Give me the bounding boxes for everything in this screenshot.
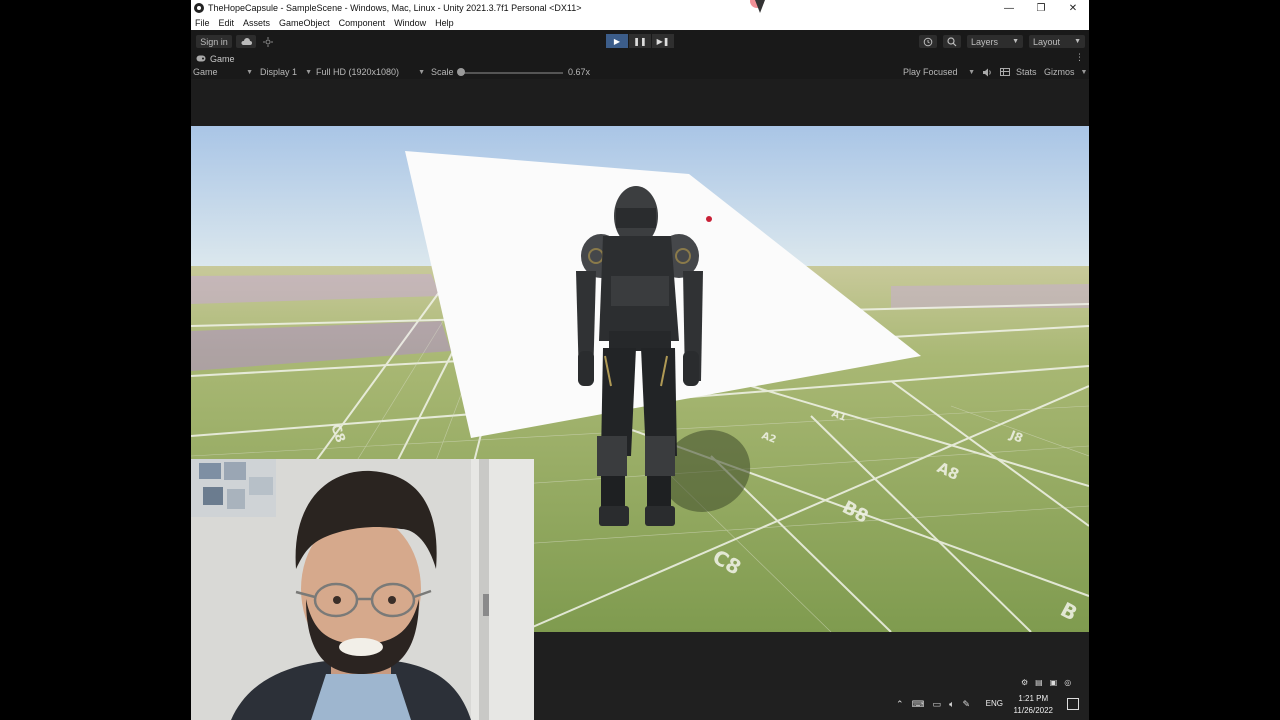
main-toolbar: Sign in ▶ ❚❚ ▶❚ Layers ▼ Layout ▼ xyxy=(191,30,1089,52)
scale-label: Scale xyxy=(431,67,454,77)
notification-icon[interactable] xyxy=(1067,698,1079,710)
chevron-down-icon: ▼ xyxy=(1074,38,1081,45)
system-tray: ⌃ ⌨ ▭ 🔈︎ ✎ xyxy=(896,699,970,710)
speaker-icon[interactable] xyxy=(982,65,992,79)
menu-gameobject[interactable]: GameObject xyxy=(279,18,330,28)
menu-component[interactable]: Component xyxy=(339,18,386,28)
chevron-down-icon: ▼ xyxy=(246,68,253,76)
webcam-feed xyxy=(191,459,534,720)
menu-help[interactable]: Help xyxy=(435,18,454,28)
layout-dropdown[interactable]: Layout ▼ xyxy=(1029,35,1085,48)
search-icon[interactable] xyxy=(943,35,961,48)
history-icon[interactable] xyxy=(919,35,937,48)
scale-slider-thumb[interactable] xyxy=(457,68,465,76)
chevron-down-icon: ▼ xyxy=(418,68,425,76)
display-dropdown[interactable]: Display 1 ▼ xyxy=(260,65,312,79)
volume-icon[interactable]: 🔈︎ xyxy=(949,699,954,710)
resolution-dropdown[interactable]: Full HD (1920x1080) ▼ xyxy=(316,65,425,79)
chevron-up-icon[interactable]: ⌃ xyxy=(896,699,904,710)
scale-slider-track[interactable] xyxy=(459,72,563,74)
display-icon[interactable]: ▣ xyxy=(1050,678,1058,687)
play-focused-dropdown[interactable]: Play Focused ▼ xyxy=(903,65,975,79)
layers-dropdown[interactable]: Layers ▼ xyxy=(967,35,1023,48)
scale-value: 0.67x xyxy=(568,67,591,77)
step-button[interactable]: ▶❚ xyxy=(652,34,674,48)
close-button[interactable]: ✕ xyxy=(1057,0,1089,16)
sign-in-button[interactable]: Sign in xyxy=(196,35,232,48)
printer-icon[interactable]: ▤ xyxy=(1035,678,1043,687)
mouse-cursor-icon xyxy=(755,0,765,13)
chevron-down-icon: ▼ xyxy=(968,68,975,76)
game-view-toolbar: Game ▼ Display 1 ▼ Full HD (1920x1080) ▼ Sc… xyxy=(191,65,1089,79)
layers-label: Layers xyxy=(971,36,999,47)
restore-button[interactable]: ❐ xyxy=(1025,0,1057,16)
minimize-button[interactable]: — xyxy=(993,0,1025,16)
window-title: TheHopeCapsule - SampleScene - Windows, … xyxy=(208,3,582,13)
resolution-label: Full HD (1920x1080) xyxy=(316,67,400,77)
unity-logo-icon xyxy=(194,3,204,13)
clock-date: 11/26/2022 xyxy=(1013,706,1053,715)
pen-icon[interactable]: ✎ xyxy=(962,699,970,710)
layout-label: Layout xyxy=(1033,36,1061,47)
menu-file[interactable]: File xyxy=(195,18,210,28)
menu-bar: File Edit Assets GameObject Component Wi… xyxy=(191,16,1089,30)
gear-icon[interactable]: ⚙ xyxy=(1021,678,1028,687)
game-tab-row: Game ⋮ xyxy=(191,52,1089,65)
game-view-letterbox-top xyxy=(191,79,1089,126)
menu-assets[interactable]: Assets xyxy=(243,18,270,28)
chevron-down-icon: ▼ xyxy=(1080,68,1088,76)
display-label: Display 1 xyxy=(260,67,298,77)
network-icon[interactable]: ▭ xyxy=(933,699,942,710)
language-indicator[interactable]: ENG xyxy=(986,699,1003,708)
clock[interactable]: 1:21 PM 11/26/2022 xyxy=(1014,693,1053,717)
collab-icon[interactable] xyxy=(260,35,276,48)
gizmos-dropdown[interactable]: Gizmos ▼ xyxy=(1044,65,1087,79)
view-mode-dropdown[interactable]: Game ▼ xyxy=(193,65,253,79)
play-button[interactable]: ▶ xyxy=(606,34,628,48)
chevron-down-icon: ▼ xyxy=(305,68,312,76)
menu-edit[interactable]: Edit xyxy=(219,18,235,28)
stats-button[interactable]: Stats xyxy=(1016,65,1037,79)
playback-controls: ▶ ❚❚ ▶❚ xyxy=(606,34,675,48)
check-circle-icon[interactable]: ◎ xyxy=(1064,678,1071,687)
pause-button[interactable]: ❚❚ xyxy=(629,34,651,48)
windows-taskbar: ⌃ ⌨ ▭ 🔈︎ ✎ ENG 1:21 PM 11/26/2022 xyxy=(534,690,1089,720)
window-controls: — ❐ ✕ xyxy=(993,0,1089,16)
tray-overflow-icons: ⚙ ▤ ▣ ◎ xyxy=(1021,678,1071,687)
title-bar: TheHopeCapsule - SampleScene - Windows, … xyxy=(191,0,1089,16)
clock-time: 1:21 PM xyxy=(1018,694,1049,703)
chevron-down-icon: ▼ xyxy=(1012,38,1019,45)
red-marker xyxy=(706,216,712,222)
tab-menu-icon[interactable]: ⋮ xyxy=(1075,52,1084,63)
gizmos-label: Gizmos xyxy=(1044,67,1075,77)
webcam-overlay xyxy=(191,459,534,720)
stats-icon[interactable] xyxy=(1000,65,1010,79)
tab-game[interactable]: Game xyxy=(210,54,235,64)
play-focused-label: Play Focused xyxy=(903,67,958,77)
cloud-icon[interactable] xyxy=(236,35,256,48)
keyboard-icon[interactable]: ⌨ xyxy=(912,699,925,710)
game-controller-icon xyxy=(196,54,206,64)
view-mode-label: Game xyxy=(193,67,218,77)
menu-window[interactable]: Window xyxy=(394,18,426,28)
